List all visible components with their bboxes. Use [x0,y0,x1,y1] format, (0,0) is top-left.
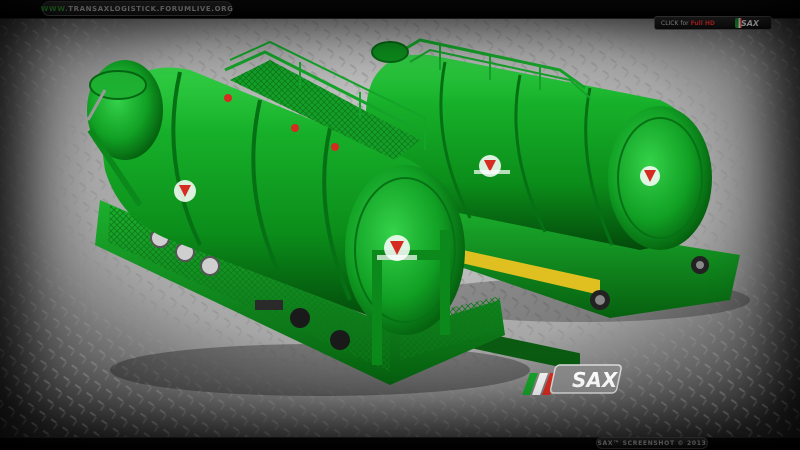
full-hd-label: Full HD [690,19,715,27]
forum-url[interactable]: WWW. TRANSAXLOGISTICK.FORUMLIVE.ORG [40,1,234,16]
render-scene [0,0,800,450]
bottom-bar: SAX™ SCREENSHOT © 2013 [0,437,800,450]
screenshot-frame: SAX WWW. TRANSAXLOGISTICK.FORUMLIVE.ORG … [0,0,800,450]
full-hd-badge[interactable]: CLICK for Full HD SAX [654,16,772,30]
floor-sax-logo: SAX [522,364,622,395]
url-main: TRANSAXLOGISTICK.FORUMLIVE.ORG [68,4,234,13]
click-for-label: CLICK for [661,19,689,27]
sax-badge-logo: SAX [735,18,765,28]
url-prefix: WWW. [40,4,69,13]
screenshot-credit: SAX™ SCREENSHOT © 2013 [596,437,708,449]
logo-3d-text: SAX [572,368,619,392]
